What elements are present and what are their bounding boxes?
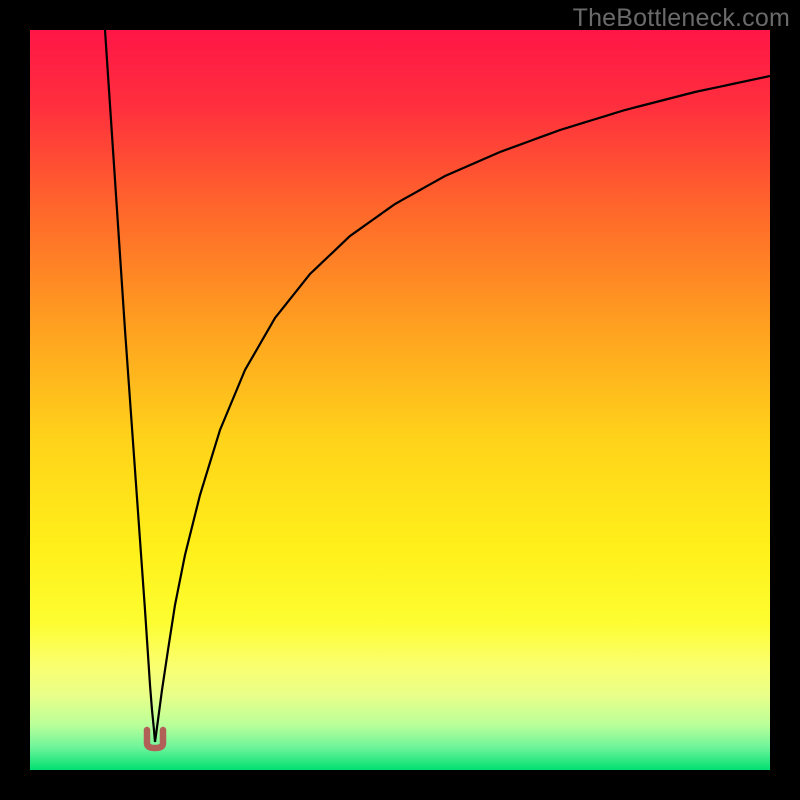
chart-frame: TheBottleneck.com [0,0,800,800]
watermark-text: TheBottleneck.com [573,4,790,33]
gradient-background [30,30,770,770]
plot-svg [30,30,770,770]
plot-area [30,30,770,770]
